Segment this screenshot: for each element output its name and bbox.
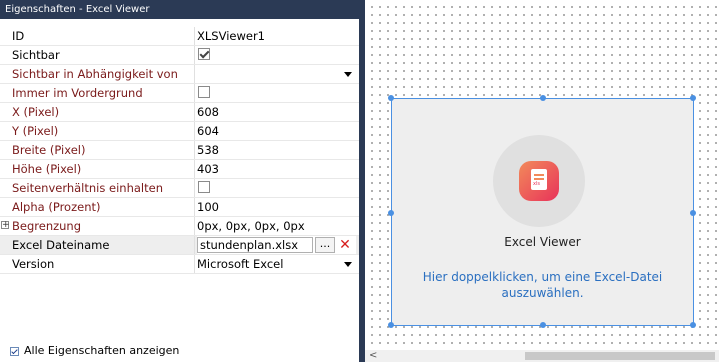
property-row-border[interactable]: + Begrenzung 0px, 0px, 0px, 0px <box>0 217 359 236</box>
property-label: Immer im Vordergrund <box>12 84 195 102</box>
visible-checkbox[interactable] <box>198 48 210 60</box>
property-label: X (Pixel) <box>12 103 195 121</box>
property-label: Sichtbar in Abhängigkeit von <box>12 65 195 83</box>
width-value[interactable]: 538 <box>197 141 356 159</box>
x-value[interactable]: 608 <box>197 103 356 121</box>
panel-title: Eigenschaften - Excel Viewer <box>0 0 359 19</box>
property-label: Excel Dateiname <box>12 236 195 254</box>
widget-title: Excel Viewer <box>504 235 581 249</box>
dropdown-arrow-icon[interactable] <box>344 262 352 267</box>
resize-handle[interactable] <box>388 95 394 101</box>
horizontal-scrollbar[interactable]: < <box>365 350 719 362</box>
property-label: Begrenzung <box>12 217 195 235</box>
resize-handle[interactable] <box>690 322 696 328</box>
show-all-label[interactable]: Alle Eigenschaften anzeigen <box>24 344 179 357</box>
browse-button[interactable]: ... <box>315 237 335 253</box>
property-row-visible[interactable]: Sichtbar <box>0 46 359 65</box>
show-all-checkbox[interactable] <box>10 347 19 356</box>
visible-depends-select[interactable] <box>197 65 356 83</box>
property-label: Breite (Pixel) <box>12 141 195 159</box>
clear-icon[interactable]: ✕ <box>337 237 353 253</box>
excel-viewer-widget[interactable]: Excel Viewer Hier doppelklicken, um eine… <box>388 95 696 328</box>
scroll-thumb[interactable] <box>525 352 715 360</box>
version-select[interactable]: Microsoft Excel <box>197 255 356 273</box>
property-label: ID <box>12 27 195 45</box>
property-label: Sichtbar <box>12 46 195 64</box>
id-value[interactable]: XLSViewer1 <box>197 27 356 45</box>
widget-hint: Hier doppelklicken, um eine Excel-Datei … <box>422 270 663 300</box>
excel-filename-editor: ... ✕ <box>197 236 356 254</box>
property-label: Seitenverhältnis einhalten <box>12 179 195 197</box>
resize-handle[interactable] <box>690 210 696 216</box>
property-grid: ID XLSViewer1 Sichtbar Sichtbar in Abhän… <box>0 27 359 274</box>
property-label: Version <box>12 255 195 273</box>
expand-icon[interactable]: + <box>1 221 10 230</box>
alpha-value[interactable]: 100 <box>197 198 356 216</box>
property-row-width[interactable]: Breite (Pixel) 538 <box>0 141 359 160</box>
keep-aspect-value <box>197 179 356 197</box>
border-value[interactable]: 0px, 0px, 0px, 0px <box>197 217 356 235</box>
resize-handle[interactable] <box>540 322 546 328</box>
property-label: Höhe (Pixel) <box>12 160 195 178</box>
property-row-visible-depends[interactable]: Sichtbar in Abhängigkeit von <box>0 65 359 84</box>
properties-panel: Eigenschaften - Excel Viewer ID XLSViewe… <box>0 0 359 362</box>
resize-handle[interactable] <box>388 210 394 216</box>
resize-handle[interactable] <box>540 95 546 101</box>
icon-background <box>493 135 585 227</box>
always-on-top-value <box>197 84 356 102</box>
resize-handle[interactable] <box>690 95 696 101</box>
excel-file-icon <box>519 161 559 201</box>
visible-value <box>197 46 356 64</box>
excel-filename-input[interactable] <box>197 237 313 253</box>
property-label: Alpha (Prozent) <box>12 198 195 216</box>
always-on-top-checkbox[interactable] <box>198 86 210 98</box>
property-row-height[interactable]: Höhe (Pixel) 403 <box>0 160 359 179</box>
property-row-version[interactable]: Version Microsoft Excel <box>0 255 359 274</box>
property-label: Y (Pixel) <box>12 122 195 140</box>
property-row-keep-aspect[interactable]: Seitenverhältnis einhalten <box>0 179 359 198</box>
property-row-id[interactable]: ID XLSViewer1 <box>0 27 359 46</box>
property-row-always-on-top[interactable]: Immer im Vordergrund <box>0 84 359 103</box>
dropdown-arrow-icon[interactable] <box>344 72 352 77</box>
y-value[interactable]: 604 <box>197 122 356 140</box>
version-value: Microsoft Excel <box>197 257 284 271</box>
property-row-excel-filename[interactable]: Excel Dateiname ... ✕ <box>0 236 359 255</box>
resize-handle[interactable] <box>388 322 394 328</box>
keep-aspect-checkbox[interactable] <box>198 181 210 193</box>
property-row-x[interactable]: X (Pixel) 608 <box>0 103 359 122</box>
panel-footer: Alle Eigenschaften anzeigen <box>0 340 359 362</box>
height-value[interactable]: 403 <box>197 160 356 178</box>
property-row-y[interactable]: Y (Pixel) 604 <box>0 122 359 141</box>
property-row-alpha[interactable]: Alpha (Prozent) 100 <box>0 198 359 217</box>
scroll-left-arrow-icon[interactable]: < <box>369 351 377 361</box>
